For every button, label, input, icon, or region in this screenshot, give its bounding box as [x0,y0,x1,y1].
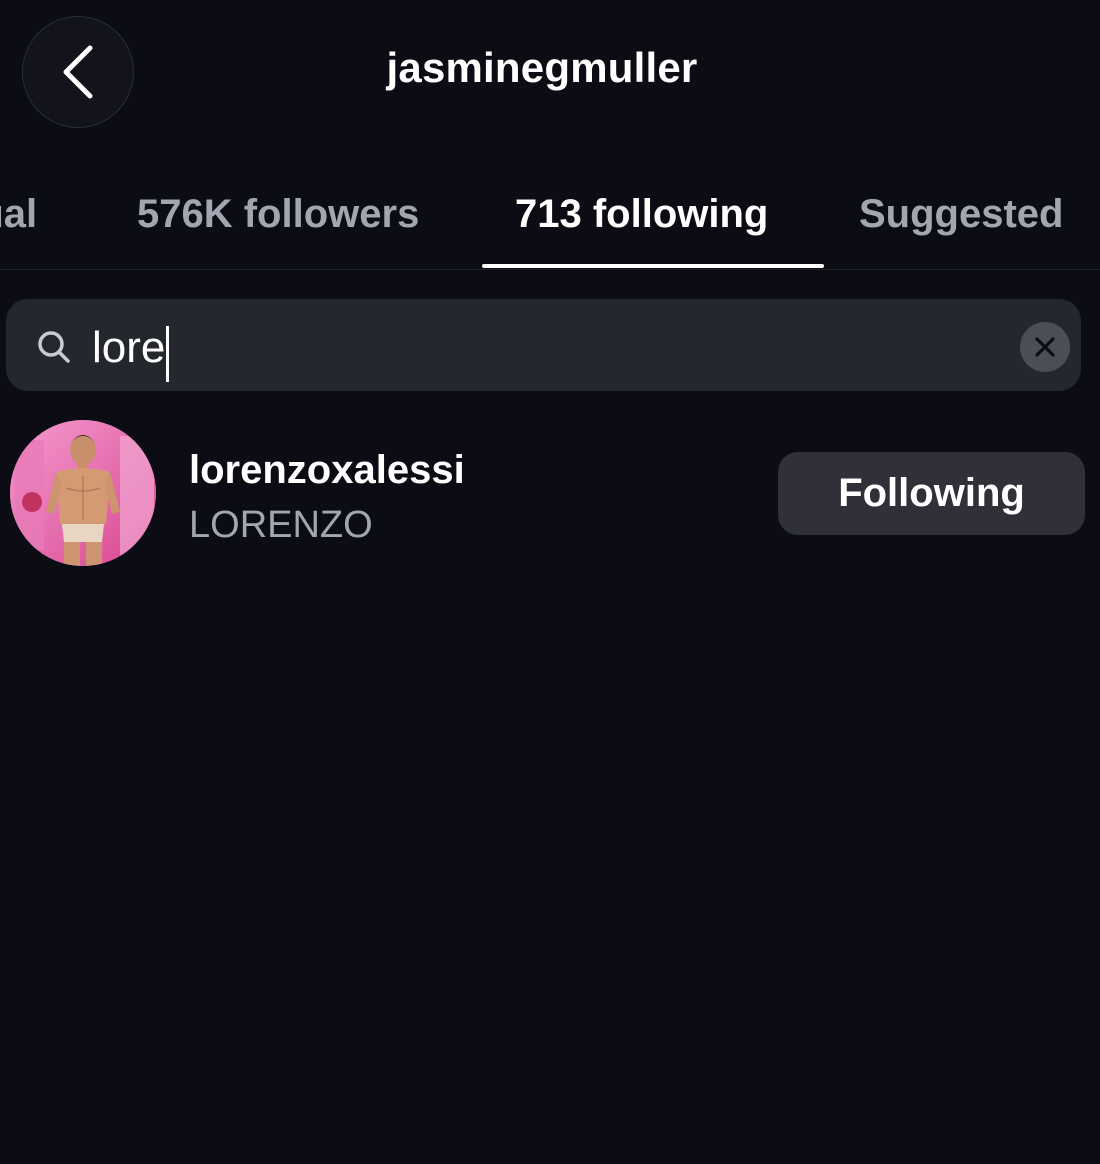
following-button[interactable]: Following [778,452,1085,535]
search-bar[interactable]: lore [6,299,1081,391]
clear-search-button[interactable] [1020,322,1070,372]
search-input-value: lore [92,323,166,372]
active-tab-indicator [482,264,824,268]
following-list-screen: jasminegmuller tual 576K followers 713 f… [0,0,1100,1164]
page-title-text: jasminegmuller [386,44,698,91]
page-title: jasminegmuller [0,44,1100,92]
tab-mutual-label: tual [0,192,38,236]
tabs-divider [0,269,1100,270]
result-full-name: LORENZO [189,504,373,546]
profile-photo [10,420,156,566]
tab-mutual[interactable]: tual [0,192,37,237]
tab-followers-label: 576K followers [137,192,420,236]
following-button-label: Following [838,471,1025,515]
search-input[interactable]: lore [92,320,170,382]
tab-following-label: 713 following [515,192,769,236]
text-cursor [166,326,170,382]
result-username[interactable]: lorenzoxalessi [189,448,465,493]
tab-suggested[interactable]: Suggested [859,192,1063,237]
avatar[interactable] [10,420,156,566]
tab-following[interactable]: 713 following [515,192,768,237]
search-icon [38,331,70,363]
tab-bar: tual 576K followers 713 following Sugges… [0,180,1100,270]
clear-icon [1035,337,1055,357]
tab-followers[interactable]: 576K followers [137,192,419,237]
list-item[interactable]: lorenzoxalessi LORENZO Following [0,418,1100,568]
tab-suggested-label: Suggested [859,192,1064,236]
